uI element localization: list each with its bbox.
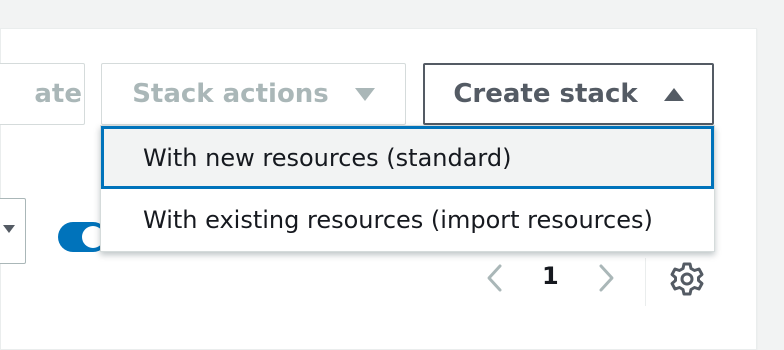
menu-item-new-resources[interactable]: With new resources (standard) — [101, 126, 714, 189]
pagination: 1 — [478, 258, 628, 298]
stack-actions-label: Stack actions — [132, 79, 329, 109]
pagination-divider — [645, 258, 646, 306]
caret-down-icon — [354, 87, 375, 101]
create-stack-button[interactable]: Create stack — [423, 63, 714, 125]
gear-icon[interactable] — [669, 261, 705, 297]
create-stack-menu: With new resources (standard) With exist… — [100, 125, 715, 252]
filter-select[interactable] — [0, 198, 26, 264]
create-stack-label: Create stack — [453, 79, 638, 109]
chevron-down-icon — [3, 225, 15, 233]
menu-item-existing-resources[interactable]: With existing resources (import resource… — [101, 189, 714, 251]
update-button-label: ate — [34, 79, 82, 109]
stack-actions-button[interactable]: Stack actions — [101, 63, 406, 125]
menu-item-label: With new resources (standard) — [143, 143, 512, 172]
update-button[interactable]: ate — [0, 63, 85, 125]
chevron-right-icon[interactable] — [591, 260, 621, 296]
chevron-left-icon[interactable] — [480, 260, 510, 296]
current-page-number[interactable]: 1 — [542, 262, 559, 290]
caret-up-icon — [663, 87, 684, 101]
menu-item-label: With existing resources (import resource… — [143, 206, 653, 234]
